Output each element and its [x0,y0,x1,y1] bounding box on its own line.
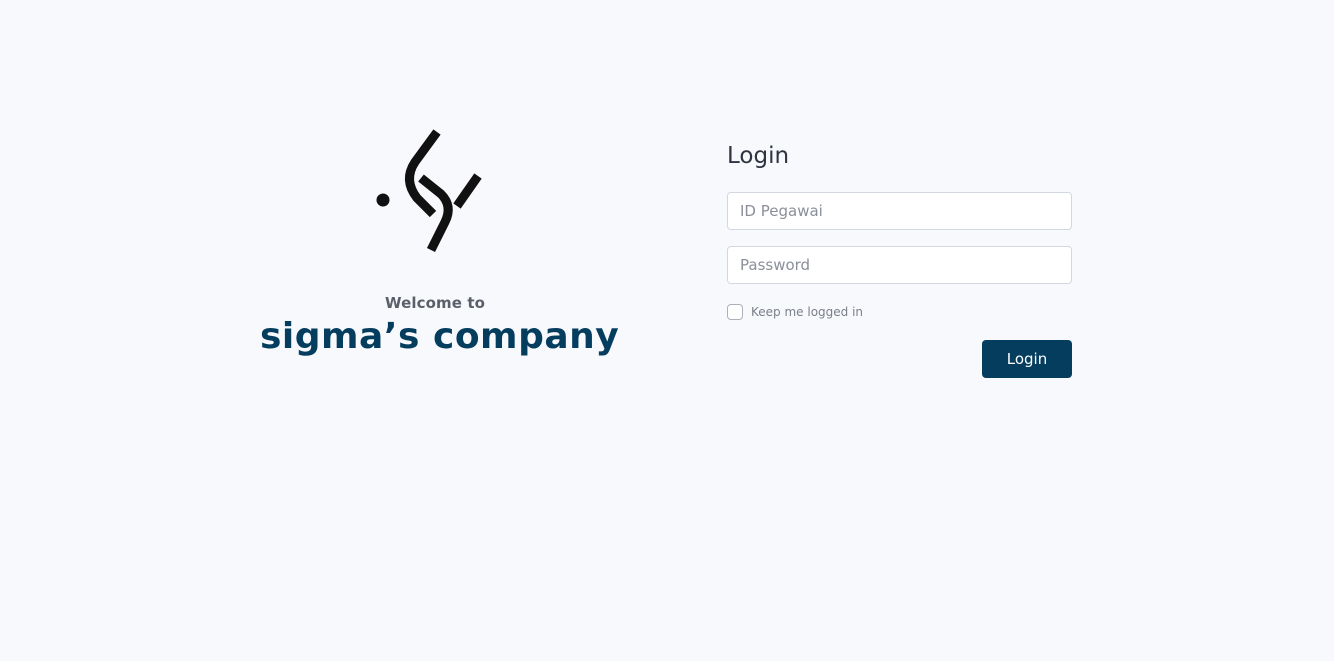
password-input[interactable] [727,246,1072,284]
welcome-text: Welcome to [384,294,486,312]
login-form: Login Keep me logged in Login [727,140,1072,378]
id-pegawai-input[interactable] [727,192,1072,230]
remember-me-label[interactable]: Keep me logged in [751,305,863,319]
form-actions: Login [727,340,1072,378]
login-page: Welcome to sigma’s company Login Keep me… [0,0,1334,661]
brand-panel: Welcome to sigma’s company [260,120,620,357]
login-title: Login [727,143,790,169]
remember-me-row: Keep me logged in [727,304,1072,320]
company-name: sigma’s company [260,316,620,357]
login-button[interactable]: Login [982,340,1072,378]
remember-me-checkbox[interactable] [727,304,743,320]
sigma-logo-icon [376,129,482,253]
